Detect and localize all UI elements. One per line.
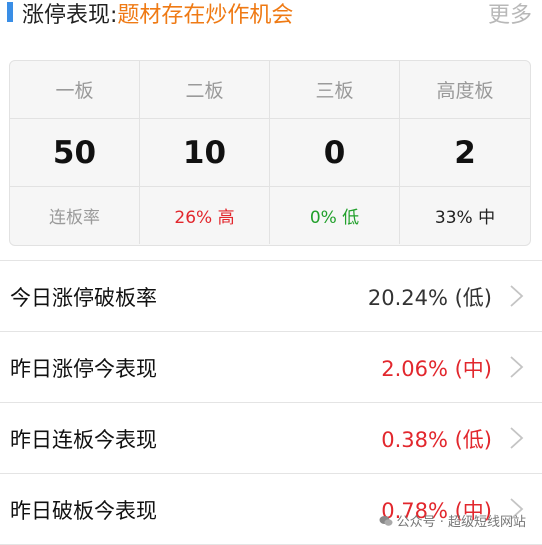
section-title: 涨停表现:题材存在炒作机会 — [22, 0, 293, 29]
chevron-right-icon — [510, 285, 524, 307]
stat-note-high-board: 33% 中 — [434, 208, 496, 228]
section-marker — [7, 2, 13, 22]
stat-value-board-2: 10 — [140, 119, 270, 187]
stat-note-board-3: 0% 低 — [270, 187, 400, 244]
stat-header-high-board: 高度板 — [400, 61, 530, 119]
list-item-yesterday-broken[interactable]: 昨日破板今表现 0.78% (中) — [0, 474, 542, 545]
stat-header-board-3: 三板 — [270, 61, 400, 119]
list-item-yesterday-consecutive[interactable]: 昨日连板今表现 0.38% (低) — [0, 403, 542, 474]
list-item-label: 今日涨停破板率 — [10, 286, 157, 310]
watermark: 公众号 · 超级短线网站 — [379, 511, 526, 530]
stat-header-board-1: 一板 — [10, 61, 140, 119]
list-item-label: 昨日涨停今表现 — [10, 357, 157, 381]
list-item-yesterday-limit-up[interactable]: 昨日涨停今表现 2.06% (中) — [0, 332, 542, 403]
list-item-label: 昨日破板今表现 — [10, 499, 157, 523]
list-item-today-break-rate[interactable]: 今日涨停破板率 20.24% (低) — [0, 260, 542, 332]
stat-header-board-2: 二板 — [140, 61, 270, 119]
stat-note-board-2: 26% 高 — [140, 187, 270, 244]
stat-value-board-3: 0 — [270, 119, 400, 187]
stat-note-continuation-rate: 连板率 — [10, 187, 140, 244]
chevron-right-icon — [510, 427, 524, 449]
watermark-text: 公众号 · 超级短线网站 — [396, 515, 526, 530]
section-header: 涨停表现:题材存在炒作机会 更多 — [0, 0, 542, 34]
performance-list: 今日涨停破板率 20.24% (低) 昨日涨停今表现 2.06% (中) 昨日连… — [0, 260, 542, 545]
board-stats-grid: 一板 二板 三板 高度板 50 10 0 2 连板率 26% 高 0% 低 33… — [9, 60, 531, 246]
chevron-right-icon — [510, 356, 524, 378]
list-item-value: 0.38% (低) — [381, 428, 492, 452]
list-item-value: 2.06% (中) — [381, 357, 492, 381]
section-title-label: 涨停表现: — [22, 3, 118, 28]
stat-value-high-board: 2 — [400, 119, 530, 187]
list-item-value: 20.24% (低) — [367, 286, 492, 310]
stat-value-board-1: 50 — [10, 119, 140, 187]
more-link[interactable]: 更多 — [488, 0, 532, 29]
wechat-icon — [379, 515, 393, 526]
section-title-highlight: 题材存在炒作机会 — [117, 3, 294, 28]
list-item-label: 昨日连板今表现 — [10, 428, 157, 452]
